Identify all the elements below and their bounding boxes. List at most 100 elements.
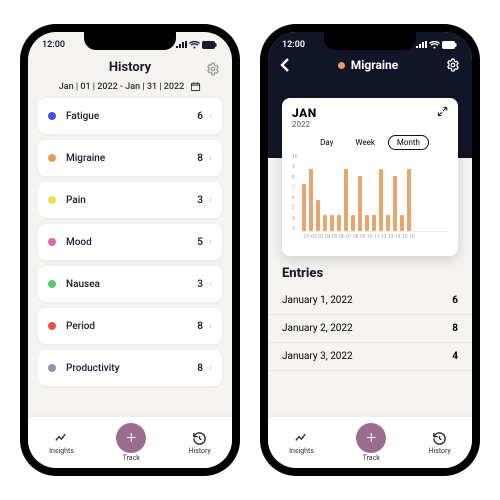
bar-08: [351, 215, 355, 231]
signal-icon: [416, 41, 427, 49]
chart-next-button[interactable]: ›: [447, 215, 448, 225]
bar-15: [400, 215, 404, 231]
bar-13: [386, 215, 390, 231]
row-value: 3: [197, 195, 203, 206]
notch: [84, 32, 176, 50]
expand-button[interactable]: [437, 106, 448, 129]
detail-title-text: Migraine: [351, 58, 399, 72]
tab-track[interactable]: + Track: [116, 423, 146, 462]
chevron-left-icon: [280, 58, 290, 72]
entry-row[interactable]: January 2, 20228: [268, 315, 472, 343]
chevron-right-icon: ›: [209, 237, 212, 248]
row-label: Mood: [66, 237, 197, 248]
category-dot-icon: [338, 62, 345, 69]
history-icon: [432, 431, 447, 446]
date-range[interactable]: Jan | 01 | 2022 - Jan | 31 | 2022: [28, 79, 232, 98]
y-axis-labels: 109876543: [292, 154, 298, 232]
history-row-fatigue[interactable]: Fatigue6 ›: [38, 98, 222, 134]
category-dot-icon: [48, 154, 56, 162]
bar-09: [358, 176, 362, 231]
bar-05: [330, 215, 334, 231]
entry-date: January 1, 2022: [282, 295, 353, 306]
notch: [324, 32, 416, 50]
battery-icon: [202, 41, 218, 49]
entry-date: January 2, 2022: [282, 323, 353, 334]
history-phone: 12:00 History Jan | 01: [20, 24, 240, 476]
chevron-right-icon: ›: [209, 321, 212, 332]
history-row-nausea[interactable]: Nausea3›: [38, 266, 222, 302]
wifi-icon: [429, 41, 440, 49]
entry-row[interactable]: January 3, 20224: [268, 343, 472, 371]
insights-icon: [294, 431, 309, 446]
back-button[interactable]: [280, 58, 290, 72]
x-axis-labels: 01020304050607080910111213141516: [292, 234, 448, 240]
status-time: 12:00: [42, 40, 65, 50]
entry-value: 4: [452, 351, 458, 362]
tab-track[interactable]: + Track: [356, 423, 386, 462]
row-label: Fatigue: [66, 111, 197, 122]
bar-01: [302, 184, 306, 231]
bar-07: [344, 169, 348, 231]
bar-06: [337, 215, 341, 231]
row-value: 6: [197, 111, 203, 122]
status-right: [176, 41, 218, 49]
segment-month[interactable]: Month: [388, 135, 429, 150]
tab-history-label: History: [429, 447, 451, 455]
row-value: 8: [197, 363, 203, 374]
plus-icon: +: [116, 423, 146, 453]
settings-button[interactable]: [446, 58, 460, 72]
category-dot-icon: [48, 196, 56, 204]
plus-icon: +: [356, 423, 386, 453]
insights-icon: [54, 431, 69, 446]
chart-month: JAN: [292, 106, 317, 120]
history-row-pain[interactable]: Pain3›: [38, 182, 222, 218]
tab-history[interactable]: History: [189, 431, 211, 455]
chevron-right-icon: ›: [209, 111, 212, 122]
category-dot-icon: [48, 364, 56, 372]
signal-icon: [176, 41, 187, 49]
bar-03: [316, 200, 320, 231]
bar-12: [379, 169, 383, 231]
row-value: 5: [197, 237, 203, 248]
category-dot-icon: [48, 280, 56, 288]
category-dot-icon: [48, 112, 56, 120]
bar-14: [393, 176, 397, 231]
tab-history[interactable]: History: [429, 431, 451, 455]
settings-button[interactable]: [206, 62, 220, 76]
row-value: 8: [197, 321, 203, 332]
row-value: 8: [197, 153, 203, 164]
history-row-migraine[interactable]: Migraine8 ›: [38, 140, 222, 176]
segment-week[interactable]: Week: [346, 135, 384, 150]
row-label: Migraine: [66, 153, 197, 164]
history-row-productivity[interactable]: Productivity8›: [38, 350, 222, 386]
chevron-right-icon: ›: [209, 153, 212, 164]
chevron-right-icon: ›: [447, 215, 448, 225]
history-header: History: [28, 54, 232, 79]
row-value: 3: [197, 279, 203, 290]
row-label: Period: [66, 321, 197, 332]
segment-day[interactable]: Day: [311, 135, 342, 150]
tab-insights[interactable]: Insights: [49, 431, 74, 455]
history-row-mood[interactable]: Mood5 ›: [38, 224, 222, 260]
chart-card: JAN 2022 Day Week Month 109876543 ›: [282, 98, 458, 256]
entry-row[interactable]: January 1, 2022 6: [268, 287, 472, 315]
bar-16: [407, 169, 411, 231]
entries-list: January 1, 2022 6 January 2, 20228January …: [268, 287, 472, 371]
status-time: 12:00: [282, 40, 305, 50]
row-label: Productivity: [66, 363, 197, 374]
bar-chart: 109876543 ›: [292, 154, 448, 232]
expand-icon: [437, 106, 448, 117]
entry-value: 6: [452, 295, 458, 306]
row-label: Pain: [66, 195, 197, 206]
tab-insights[interactable]: Insights: [289, 431, 314, 455]
detail-title: Migraine: [338, 58, 399, 72]
bar-10: [365, 215, 369, 231]
category-dot-icon: [48, 238, 56, 246]
bar-11: [372, 215, 376, 231]
page-title: History: [109, 60, 151, 75]
tab-insights-label: Insights: [49, 447, 74, 455]
tab-track-label: Track: [123, 454, 140, 462]
history-row-period[interactable]: Period8 ›: [38, 308, 222, 344]
gear-icon: [446, 58, 460, 72]
tab-track-label: Track: [363, 454, 380, 462]
